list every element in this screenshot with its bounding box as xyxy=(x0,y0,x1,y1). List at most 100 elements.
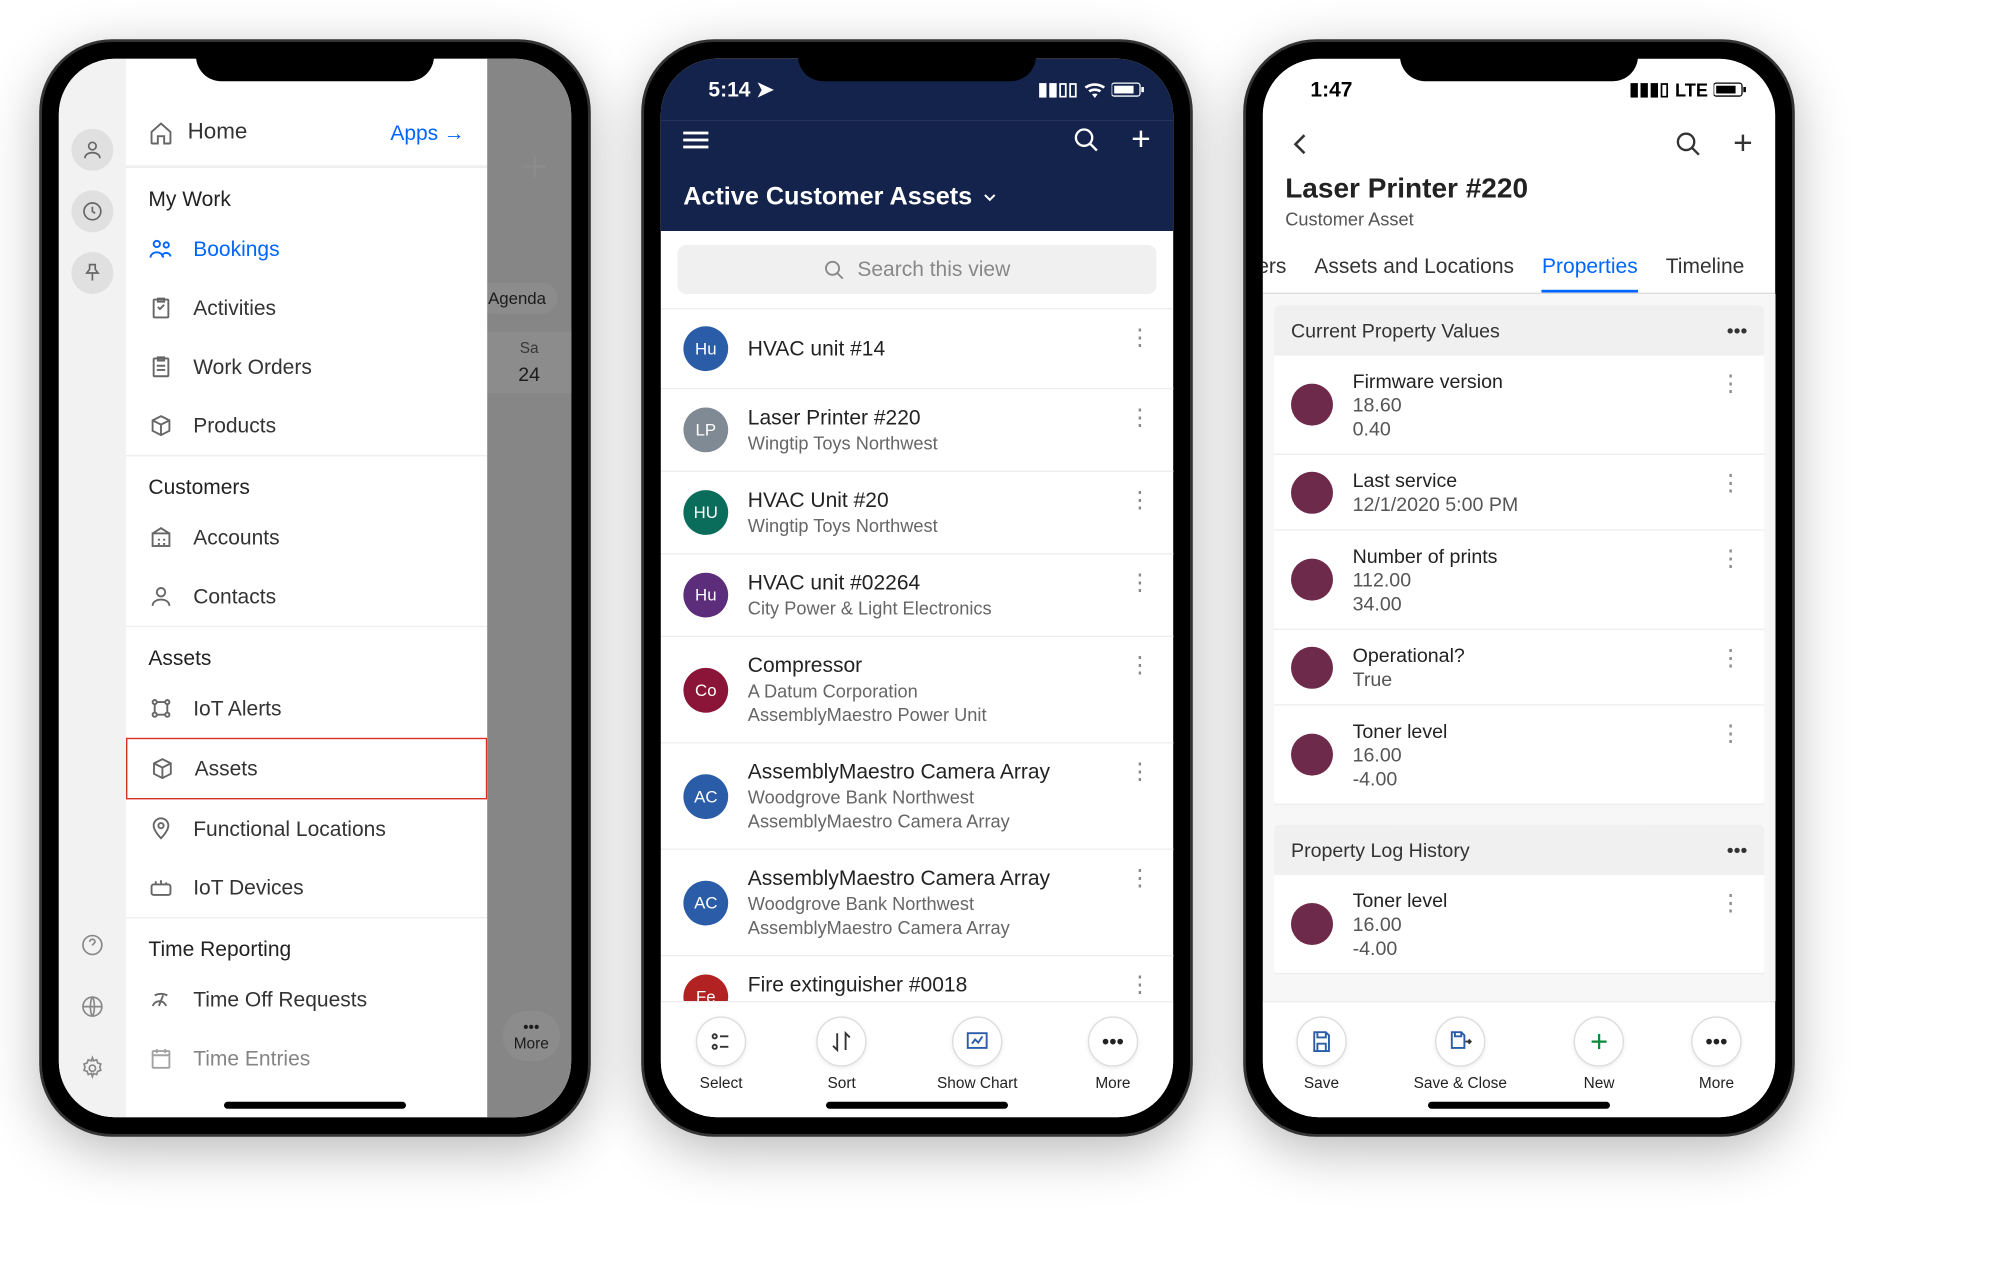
apps-link[interactable]: Apps→ xyxy=(390,121,464,145)
time-entries-icon xyxy=(148,1046,173,1071)
row-more-icon[interactable]: ⋮ xyxy=(1719,720,1741,748)
bookings-icon xyxy=(148,237,173,262)
property-label: Toner level xyxy=(1352,720,1747,742)
property-row[interactable]: Last service12/1/2020 5:00 PM ⋮ xyxy=(1274,455,1764,531)
asset-avatar: Co xyxy=(683,667,728,712)
property-row[interactable]: Toner level16.00-4.00 ⋮ xyxy=(1274,706,1764,805)
globe-icon[interactable] xyxy=(71,986,113,1028)
search-icon[interactable] xyxy=(1674,130,1702,158)
help-icon[interactable] xyxy=(71,924,113,966)
search-input[interactable]: Search this view xyxy=(678,245,1157,294)
add-icon[interactable]: + xyxy=(1733,130,1753,158)
nav-bookings[interactable]: Bookings xyxy=(126,220,487,279)
phone-asset-detail: 1:47 ▮▮▮▯ LTE + Laser Printer #220 Custo… xyxy=(1246,42,1792,1134)
asset-avatar: Fe xyxy=(683,974,728,1001)
row-more-icon[interactable]: ⋮ xyxy=(1719,644,1741,672)
asset-name: HVAC Unit #20 xyxy=(748,489,1151,513)
asset-avatar: LP xyxy=(683,407,728,452)
property-dot-icon xyxy=(1291,734,1333,776)
more-button[interactable]: ••• More xyxy=(1088,1016,1138,1092)
sort-button[interactable]: Sort xyxy=(816,1016,866,1092)
nav-products[interactable]: Products xyxy=(126,396,487,455)
bottom-toolbar: Select Sort Show Chart ••• More xyxy=(661,1001,1173,1117)
row-more-icon[interactable]: ⋮ xyxy=(1719,545,1741,573)
nav-time-entries[interactable]: Time Entries xyxy=(126,1029,487,1088)
search-icon[interactable] xyxy=(1072,126,1100,154)
recent-icon[interactable] xyxy=(71,190,113,232)
accounts-icon xyxy=(148,525,173,550)
tab-cut-left[interactable]: ers xyxy=(1263,244,1287,293)
row-more-icon[interactable]: ⋮ xyxy=(1128,864,1150,892)
asset-row[interactable]: HU HVAC Unit #20Wingtip Toys Northwest ⋮ xyxy=(661,472,1173,555)
iot-devices-icon xyxy=(148,875,173,900)
battery-icon xyxy=(1112,81,1146,98)
asset-name: AssemblyMaestro Camera Array xyxy=(748,867,1151,891)
asset-list[interactable]: Hu HVAC unit #14 ⋮LP Laser Printer #220W… xyxy=(661,309,1173,1001)
property-label: Firmware version xyxy=(1352,370,1747,392)
nav-menu-panel: Home Apps→ My Work Bookings Activities xyxy=(126,59,487,1117)
tab-timeline[interactable]: Timeline xyxy=(1666,244,1745,293)
settings-icon[interactable] xyxy=(71,1047,113,1089)
asset-row[interactable]: LP Laser Printer #220Wingtip Toys Northw… xyxy=(661,389,1173,472)
tab-properties[interactable]: Properties xyxy=(1542,244,1638,293)
record-entity: Customer Asset xyxy=(1285,209,1753,230)
nav-contacts[interactable]: Contacts xyxy=(126,567,487,626)
nav-home[interactable]: Home xyxy=(148,120,247,145)
asset-row[interactable]: Hu HVAC unit #14 ⋮ xyxy=(661,309,1173,389)
property-row[interactable]: Operational?True ⋮ xyxy=(1274,630,1764,706)
dim-overlay[interactable] xyxy=(487,59,571,1117)
asset-name: Laser Printer #220 xyxy=(748,406,1151,430)
asset-name: HVAC unit #02264 xyxy=(748,571,1151,595)
nav-functional-locations[interactable]: Functional Locations xyxy=(126,799,487,858)
view-title-dropdown[interactable]: Active Customer Assets xyxy=(683,182,1151,211)
asset-row[interactable]: Fe Fire extinguisher #0018Woodgrove Bank… xyxy=(661,956,1173,1001)
row-more-icon[interactable]: ⋮ xyxy=(1719,370,1741,398)
row-more-icon[interactable]: ⋮ xyxy=(1128,323,1150,351)
more-button[interactable]: ••• More xyxy=(1691,1016,1741,1092)
property-label: Toner level xyxy=(1352,889,1747,911)
card-more-icon[interactable]: ••• xyxy=(1727,319,1748,341)
contacts-icon xyxy=(148,584,173,609)
phone-asset-list: 5:14 ➤ ▮▮▯▯ + Active Customer Assets xyxy=(644,42,1190,1134)
row-more-icon[interactable]: ⋮ xyxy=(1128,651,1150,679)
show-chart-button[interactable]: Show Chart xyxy=(937,1016,1017,1092)
nav-time-off-requests[interactable]: Time Off Requests xyxy=(126,970,487,1029)
card-more-icon[interactable]: ••• xyxy=(1727,839,1748,861)
assets-icon xyxy=(150,756,175,781)
row-more-icon[interactable]: ⋮ xyxy=(1128,568,1150,596)
nav-iot-alerts[interactable]: IoT Alerts xyxy=(126,679,487,738)
property-row[interactable]: Toner level16.00-4.00 ⋮ xyxy=(1274,875,1764,974)
card-title: Property Log History xyxy=(1291,839,1470,861)
pin-icon[interactable] xyxy=(71,252,113,294)
nav-accounts[interactable]: Accounts xyxy=(126,508,487,567)
asset-row[interactable]: AC AssemblyMaestro Camera ArrayWoodgrove… xyxy=(661,850,1173,956)
detail-body[interactable]: Current Property Values ••• Firmware ver… xyxy=(1263,294,1775,1001)
select-button[interactable]: Select xyxy=(696,1016,746,1092)
asset-row[interactable]: AC AssemblyMaestro Camera ArrayWoodgrove… xyxy=(661,743,1173,849)
row-more-icon[interactable]: ⋮ xyxy=(1719,889,1741,917)
asset-row[interactable]: Hu HVAC unit #02264City Power & Light El… xyxy=(661,554,1173,637)
nav-activities[interactable]: Activities xyxy=(126,279,487,338)
nav-iot-devices[interactable]: IoT Devices xyxy=(126,858,487,917)
wifi-icon xyxy=(1084,81,1106,98)
row-more-icon[interactable]: ⋮ xyxy=(1719,469,1741,497)
nav-work-orders[interactable]: Work Orders xyxy=(126,337,487,396)
row-more-icon[interactable]: ⋮ xyxy=(1128,970,1150,998)
row-more-icon[interactable]: ⋮ xyxy=(1128,403,1150,431)
asset-avatar: HU xyxy=(683,490,728,535)
hamburger-icon[interactable] xyxy=(683,132,708,149)
tab-assets-locations[interactable]: Assets and Locations xyxy=(1314,244,1514,293)
new-button[interactable]: + New xyxy=(1574,1016,1624,1092)
asset-row[interactable]: Co CompressorA Datum CorporationAssembly… xyxy=(661,637,1173,743)
back-button[interactable] xyxy=(1285,129,1316,160)
property-dot-icon xyxy=(1291,903,1333,945)
profile-icon[interactable] xyxy=(71,129,113,171)
property-row[interactable]: Firmware version18.600.40 ⋮ xyxy=(1274,356,1764,455)
nav-assets[interactable]: Assets xyxy=(126,738,487,800)
property-row[interactable]: Number of prints112.0034.00 ⋮ xyxy=(1274,531,1764,630)
row-more-icon[interactable]: ⋮ xyxy=(1128,757,1150,785)
save-button[interactable]: Save xyxy=(1296,1016,1346,1092)
save-close-button[interactable]: Save & Close xyxy=(1414,1016,1507,1092)
add-icon[interactable]: + xyxy=(1131,126,1151,154)
row-more-icon[interactable]: ⋮ xyxy=(1128,486,1150,514)
